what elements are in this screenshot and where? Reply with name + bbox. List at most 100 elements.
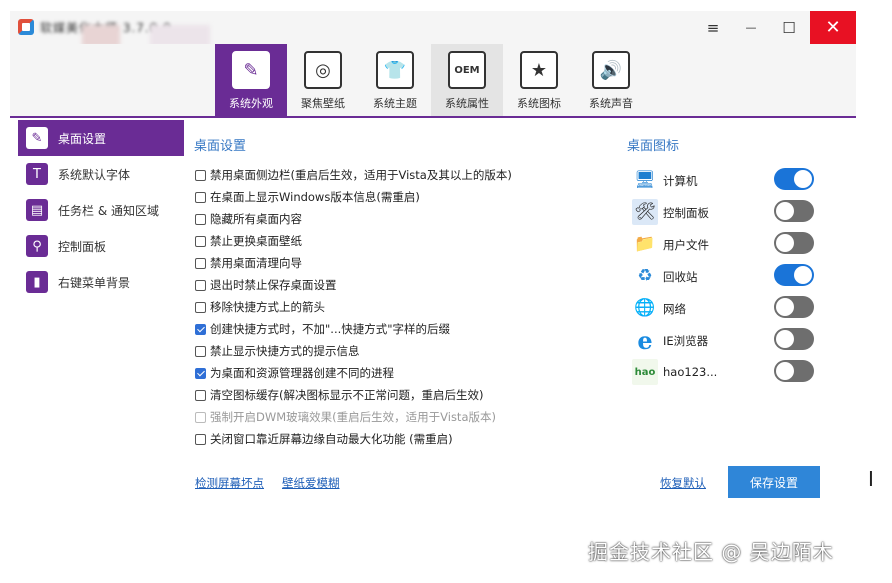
desktop-settings-options: 禁用桌面侧边栏(重启后生效，适用于Vista及其以上的版本) 在桌面上显示Win… — [195, 164, 615, 450]
option-row-disabled: 强制开启DWM玻璃效果(重启后生效，适用于Vista版本) — [195, 406, 615, 428]
sidebar-item-taskbar[interactable]: ▤ 任务栏 & 通知区域 — [18, 192, 184, 228]
option-row[interactable]: 移除快捷方式上的箭头 — [195, 296, 615, 318]
star-icon: ★ — [520, 51, 558, 89]
sidebar-item-control-panel[interactable]: ⚲ 控制面板 — [18, 228, 184, 264]
option-row[interactable]: 关闭窗口靠近屏幕边缘自动最大化功能 (需重启) — [195, 428, 615, 450]
hao123-icon: hao — [632, 359, 658, 385]
watermark-text: 掘金技术社区 @ 吴边陌木 — [588, 540, 834, 564]
font-icon: T — [26, 163, 48, 185]
checkbox[interactable] — [195, 191, 206, 203]
toggle-switch[interactable] — [774, 232, 814, 254]
paintbrush-icon: ✎ — [232, 51, 270, 89]
wallpaper-blur-link[interactable]: 壁纸爱模糊 — [282, 475, 340, 491]
maximize-icon: ☐ — [782, 18, 796, 37]
checkbox[interactable] — [195, 367, 206, 379]
tab-system-theme[interactable]: 👕 系统主题 — [359, 44, 431, 116]
minimize-button[interactable]: — — [732, 11, 770, 44]
sidebar-item-label: 桌面设置 — [58, 132, 107, 146]
option-row[interactable]: 清空图标缓存(解决图标显示不正常问题，重启后生效) — [195, 384, 615, 406]
checkbox[interactable] — [195, 345, 206, 357]
tab-label: 系统外观 — [229, 97, 273, 110]
sidebar-item-desktop-settings[interactable]: ✎ 桌面设置 — [18, 120, 184, 156]
toggle-switch[interactable] — [774, 328, 814, 350]
option-row[interactable]: 退出时禁止保存桌面设置 — [195, 274, 615, 296]
detect-dead-pixels-link[interactable]: 检测屏幕坏点 — [195, 475, 264, 491]
option-row[interactable]: 禁用桌面侧边栏(重启后生效，适用于Vista及其以上的版本) — [195, 164, 615, 186]
desktop-icon-row-recycle-bin: ♻ 回收站 — [628, 260, 828, 292]
oem-icon: OEM — [448, 51, 486, 89]
toggle-switch[interactable] — [774, 264, 814, 286]
save-settings-button[interactable]: 保存设置 — [728, 466, 820, 498]
folder-icon: 📁 — [634, 234, 656, 254]
desktop-icon-label: hao123... — [663, 365, 718, 379]
network-icon: 🌐 — [634, 298, 656, 318]
desktop-icon-row-control-panel: 🛠 控制面板 — [628, 196, 828, 228]
close-icon: ✕ — [825, 17, 841, 38]
desktop-settings-title: 桌面设置 — [194, 139, 247, 154]
main-tab-bar: ✎ 系统外观 ◎ 聚焦壁纸 👕 系统主题 OEM 系统属性 ★ 系统图标 🔊 系… — [10, 44, 856, 118]
speaker-icon: 🔊 — [592, 51, 630, 89]
desktop-icon-label: 控制面板 — [663, 206, 709, 220]
option-row[interactable]: 禁止更换桌面壁纸 — [195, 230, 615, 252]
tab-label: 系统属性 — [445, 97, 489, 110]
restore-defaults-link[interactable]: 恢复默认 — [660, 475, 706, 491]
toggle-switch[interactable] — [774, 200, 814, 222]
desktop-icon-row-network: 🌐 网络 — [628, 292, 828, 324]
option-label: 隐藏所有桌面内容 — [210, 212, 302, 226]
option-row[interactable]: 隐藏所有桌面内容 — [195, 208, 615, 230]
taskbar-icon: ▤ — [26, 199, 48, 221]
checkbox[interactable] — [195, 213, 206, 225]
control-panel-icon: 🛠 — [632, 199, 658, 225]
hamburger-icon: ≡ — [706, 18, 720, 37]
checkbox[interactable] — [195, 235, 206, 247]
desktop-icon-row-hao123: hao hao123... — [628, 356, 828, 388]
tab-label: 系统主题 — [373, 97, 417, 110]
option-row[interactable]: 创建快捷方式时，不加"...快捷方式"字样的后缀 — [195, 318, 615, 340]
option-label: 移除快捷方式上的箭头 — [210, 300, 325, 314]
checkbox[interactable] — [195, 301, 206, 313]
recycle-bin-icon: ♻ — [637, 266, 653, 286]
option-label: 强制开启DWM玻璃效果(重启后生效，适用于Vista版本) — [210, 410, 496, 424]
checkbox[interactable] — [195, 433, 206, 445]
tab-system-sounds[interactable]: 🔊 系统声音 — [575, 44, 647, 116]
option-row[interactable]: 禁止显示快捷方式的提示信息 — [195, 340, 615, 362]
checkbox[interactable] — [195, 169, 206, 181]
option-label: 关闭窗口靠近屏幕边缘自动最大化功能 (需重启) — [210, 432, 453, 446]
ie-browser-icon: e — [637, 325, 653, 355]
option-label: 创建快捷方式时，不加"...快捷方式"字样的后缀 — [210, 322, 451, 336]
checkbox[interactable] — [195, 257, 206, 269]
tab-system-icons[interactable]: ★ 系统图标 — [503, 44, 575, 116]
option-label: 清空图标缓存(解决图标显示不正常问题，重启后生效) — [210, 388, 484, 402]
close-button[interactable]: ✕ — [810, 11, 856, 44]
sidebar-item-label: 系统默认字体 — [58, 168, 131, 182]
tab-label: 系统图标 — [517, 97, 561, 110]
desktop-brush-icon: ✎ — [26, 127, 48, 149]
checkbox[interactable] — [195, 279, 206, 291]
toggle-switch[interactable] — [774, 360, 814, 382]
sidebar-item-label: 任务栏 & 通知区域 — [58, 204, 159, 218]
desktop-icons-list: 🖥 计算机 🛠 控制面板 📁 用户文件 ♻ 回收站 🌐 网络 e IE浏览器 h… — [628, 164, 828, 388]
toggle-switch[interactable] — [774, 168, 814, 190]
maximize-button[interactable]: ☐ — [770, 11, 808, 44]
option-label: 禁用桌面侧边栏(重启后生效，适用于Vista及其以上的版本) — [210, 168, 512, 182]
sidebar-item-label: 控制面板 — [58, 240, 107, 254]
tab-label: 聚焦壁纸 — [301, 97, 345, 110]
sidebar-item-context-menu-background[interactable]: ▮ 右键菜单背景 — [18, 264, 184, 300]
option-row[interactable]: 在桌面上显示Windows版本信息(需重启) — [195, 186, 615, 208]
tab-label: 系统声音 — [589, 97, 633, 110]
tab-focus-wallpaper[interactable]: ◎ 聚焦壁纸 — [287, 44, 359, 116]
toggle-switch[interactable] — [774, 296, 814, 318]
text-cursor-icon: I — [868, 467, 874, 491]
checkbox[interactable] — [195, 323, 206, 335]
control-panel-icon: ⚲ — [26, 235, 48, 257]
computer-icon: 🖥 — [634, 170, 656, 190]
checkbox[interactable] — [195, 389, 206, 401]
option-row[interactable]: 为桌面和资源管理器创建不同的进程 — [195, 362, 615, 384]
menu-button[interactable]: ≡ — [694, 11, 732, 44]
sidebar: ✎ 桌面设置 T 系统默认字体 ▤ 任务栏 & 通知区域 ⚲ 控制面板 ▮ 右键… — [18, 120, 184, 300]
option-row[interactable]: 禁用桌面清理向导 — [195, 252, 615, 274]
sidebar-item-default-font[interactable]: T 系统默认字体 — [18, 156, 184, 192]
tab-system-appearance[interactable]: ✎ 系统外观 — [215, 44, 287, 116]
tab-system-properties[interactable]: OEM 系统属性 — [431, 44, 503, 116]
sidebar-item-label: 右键菜单背景 — [58, 276, 131, 290]
